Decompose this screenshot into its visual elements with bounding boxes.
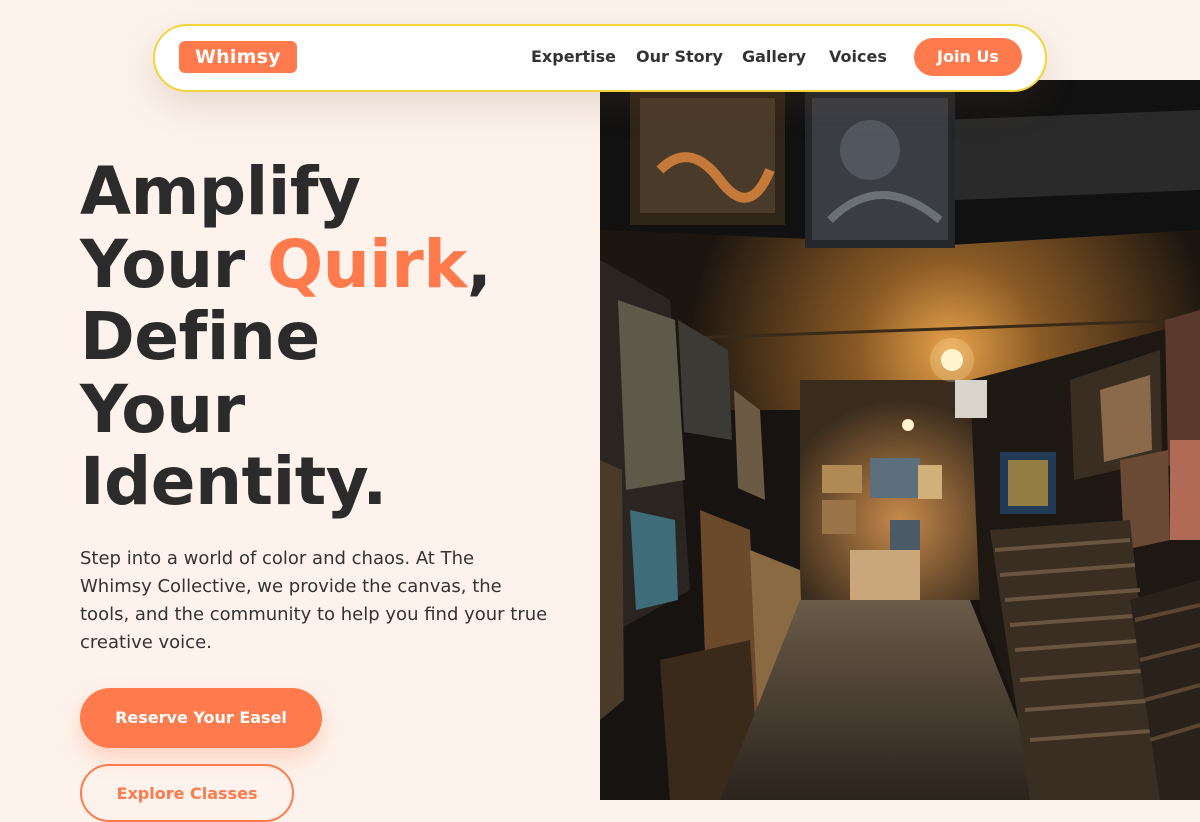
headline-accent-quirk: Quirk xyxy=(267,225,467,303)
hero-description: Step into a world of color and chaos. At… xyxy=(80,548,548,653)
headline-line-5: Identity. xyxy=(80,443,387,520)
explore-classes-button[interactable]: Explore Classes xyxy=(80,764,294,822)
headline-your: Your xyxy=(80,225,268,303)
nav-link-expertise[interactable]: Expertise xyxy=(531,46,616,68)
hero-headline: Amplify Your Quirk, Define Your Identity… xyxy=(80,153,492,520)
headline-line-2: Your Quirk, xyxy=(80,225,492,303)
gallery-photo xyxy=(600,80,1200,800)
headline-line-3: Define xyxy=(80,298,320,375)
nav-link-our-story[interactable]: Our Story xyxy=(636,46,723,68)
header-nav: Whimsy Expertise Our Story Gallery Voice… xyxy=(153,24,1047,92)
nav-link-gallery[interactable]: Gallery xyxy=(742,46,806,68)
reserve-easel-button[interactable]: Reserve Your Easel xyxy=(80,688,322,748)
headline-line-4: Your xyxy=(80,370,245,448)
brand-logo[interactable]: Whimsy xyxy=(179,41,297,73)
headline-line-1: Amplify xyxy=(80,153,361,230)
headline-comma: , xyxy=(466,225,492,303)
nav-link-voices[interactable]: Voices xyxy=(829,46,887,68)
join-us-button[interactable]: Join Us xyxy=(914,38,1022,76)
